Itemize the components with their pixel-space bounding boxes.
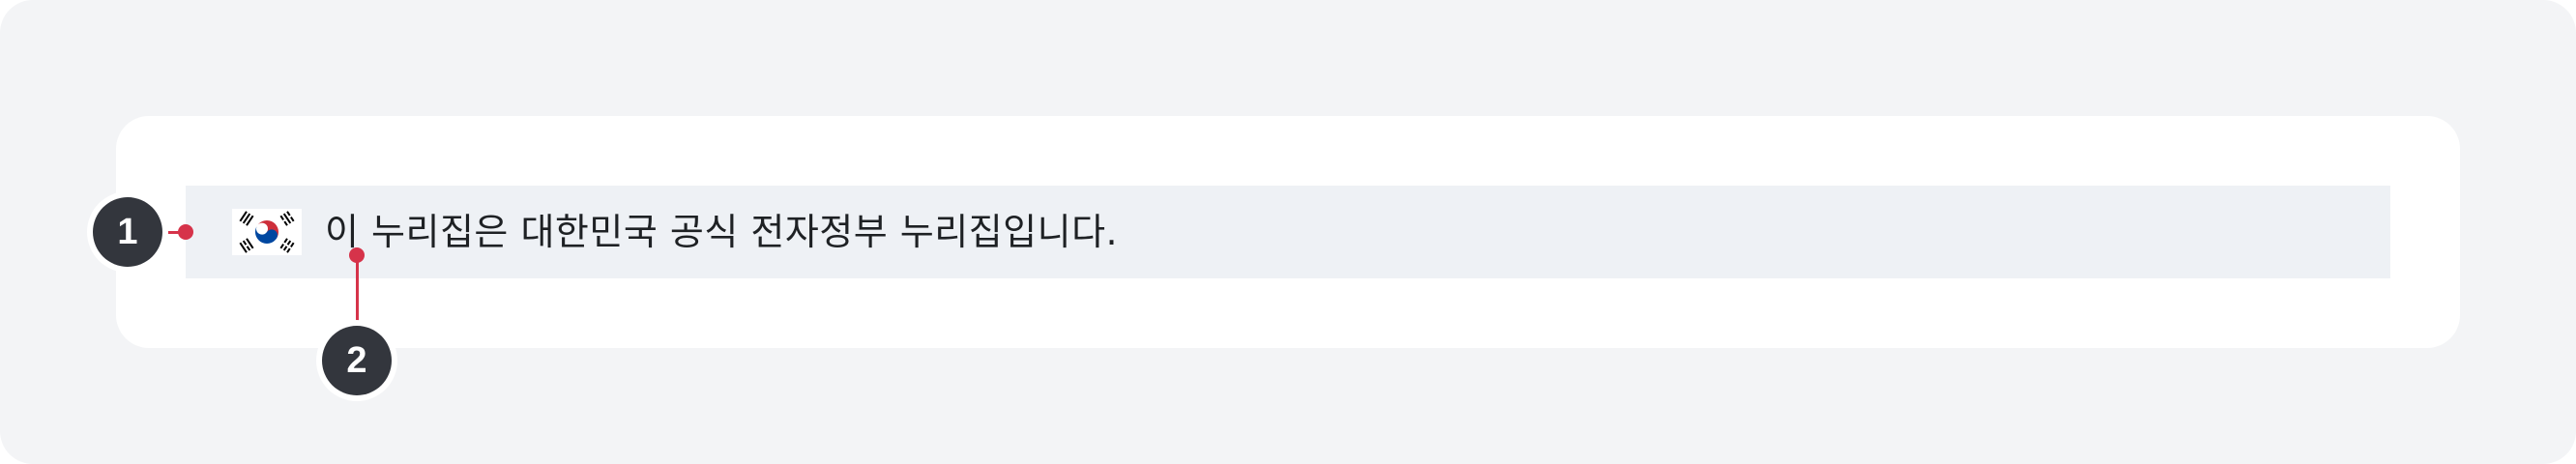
- annotation-marker-1: 1: [93, 197, 162, 267]
- official-site-banner: 이 누리집은 대한민국 공식 전자정부 누리집입니다.: [186, 186, 2390, 278]
- banner-text: 이 누리집은 대한민국 공식 전자정부 누리집입니다.: [325, 211, 1119, 253]
- annotation-1-anchor-dot: [178, 224, 193, 240]
- annotation-2-anchor-dot: [349, 247, 365, 263]
- annotation-2-connector: [356, 255, 359, 326]
- annotation-marker-2: 2: [322, 326, 392, 395]
- korean-flag-icon: [232, 209, 302, 255]
- canvas: 이 누리집은 대한민국 공식 전자정부 누리집입니다. 1 2: [0, 0, 2576, 464]
